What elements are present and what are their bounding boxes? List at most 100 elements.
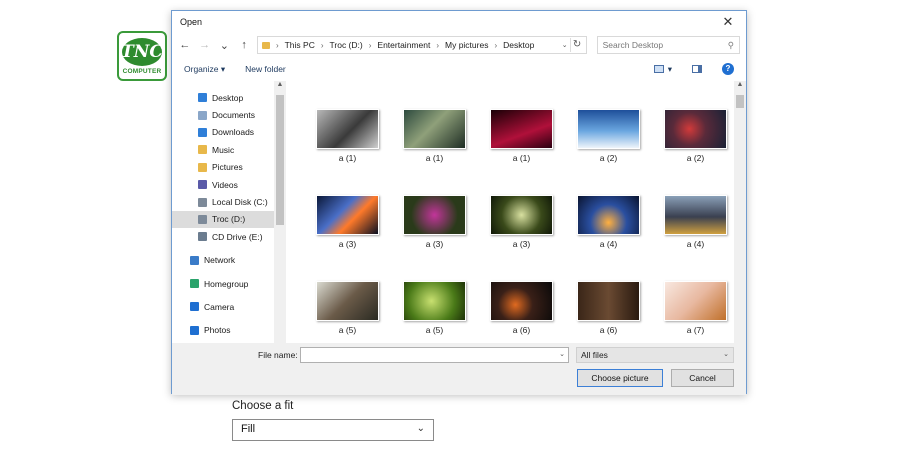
sidebar-item[interactable]: Downloads <box>172 124 286 141</box>
fit-select[interactable]: Fill ⌄ <box>232 419 434 441</box>
search-icon: ⚲ <box>727 39 735 50</box>
choose-picture-button[interactable]: Choose picture <box>577 369 663 387</box>
image-thumbnail[interactable] <box>403 195 466 235</box>
breadcrumb-separator-icon: › <box>368 40 372 50</box>
breadcrumb-troc-d[interactable]: Troc (D:) <box>330 40 363 50</box>
image-thumbnail[interactable] <box>664 195 727 235</box>
navigation-scrollbar[interactable]: ▲ ▼ <box>274 81 286 349</box>
camera-icon <box>190 302 199 312</box>
file-view: a (1) a (1) a (1) a (2) a (2) a (3) a (3) a (3)… <box>286 81 746 349</box>
image-thumbnail[interactable] <box>316 281 379 321</box>
videos-icon <box>198 180 207 190</box>
file-tile[interactable]: a (1) <box>391 109 478 195</box>
sidebar-item[interactable]: CD Drive (E:) <box>172 228 286 245</box>
file-view-scrollbar[interactable]: ▲ ▼ <box>734 81 746 349</box>
file-name-label: a (1) <box>425 153 444 163</box>
navigation-bar: ← → ⌄ ↑ › This PC › Troc (D:) › Entertai… <box>172 32 746 58</box>
refresh-icon[interactable]: ↻ <box>569 38 584 52</box>
breadcrumb-my-pictures[interactable]: My pictures <box>445 40 488 50</box>
folder-icon <box>261 41 270 49</box>
scroll-up-icon[interactable]: ▲ <box>734 81 746 88</box>
address-dropdown-icon[interactable]: ⌄ <box>562 41 568 49</box>
preview-pane-icon[interactable] <box>692 65 702 73</box>
sidebar-item-label: Videos <box>212 179 238 190</box>
cancel-button[interactable]: Cancel <box>671 369 734 387</box>
sidebar-item[interactable]: Videos <box>172 176 286 193</box>
back-arrow-icon[interactable]: ← <box>178 39 192 51</box>
image-thumbnail[interactable] <box>577 195 640 235</box>
image-thumbnail[interactable] <box>403 281 466 321</box>
sidebar-item-label: CD Drive (E:) <box>212 231 263 242</box>
file-name-input[interactable]: ⌄ <box>300 347 569 363</box>
file-view-scrollbar-thumb[interactable] <box>736 95 744 108</box>
address-bar[interactable]: › This PC › Troc (D:) › Entertainment › … <box>256 36 587 54</box>
file-tile[interactable]: a (3) <box>478 195 565 281</box>
sidebar-item-label: Network <box>204 255 236 266</box>
search-input[interactable]: Search Desktop ⚲ <box>596 36 741 54</box>
image-thumbnail[interactable] <box>490 109 553 149</box>
sidebar-item-label: Desktop <box>212 92 244 103</box>
drive-icon <box>198 197 207 207</box>
image-thumbnail[interactable] <box>490 281 553 321</box>
breadcrumb-separator-icon: › <box>436 40 439 50</box>
documents-icon <box>198 110 207 120</box>
breadcrumb-entertainment[interactable]: Entertainment <box>377 40 430 50</box>
sidebar-item[interactable]: Camera <box>172 298 286 315</box>
file-tile[interactable]: a (2) <box>565 109 652 195</box>
logo-mark: TNC <box>121 37 163 66</box>
open-file-dialog: Open ✕ ← → ⌄ ↑ › This PC › Troc (D:) › E… <box>171 10 747 395</box>
sidebar-item-label: Documents <box>212 110 255 121</box>
forward-arrow-icon[interactable]: → <box>198 39 212 51</box>
sidebar-item-label: Pictures <box>212 162 243 173</box>
image-thumbnail[interactable] <box>664 109 727 149</box>
file-tile[interactable]: a (4) <box>652 195 739 281</box>
breadcrumb-desktop[interactable]: Desktop <box>503 40 534 50</box>
dialog-footer: File name: ⌄ All files ⌄ Choose picture … <box>172 343 746 395</box>
chevron-down-icon: ⌄ <box>416 423 425 434</box>
sidebar-item[interactable]: Desktop <box>172 89 286 106</box>
file-tile[interactable]: a (1) <box>478 109 565 195</box>
sidebar-item[interactable]: Photos <box>172 322 286 339</box>
sidebar-item-label: Photos <box>204 325 231 336</box>
new-folder-button[interactable]: New folder <box>245 64 286 74</box>
sidebar-item[interactable]: Music <box>172 141 286 158</box>
up-arrow-icon[interactable]: ↑ <box>237 39 251 51</box>
scroll-up-icon[interactable]: ▲ <box>274 81 286 88</box>
image-thumbnail[interactable] <box>577 281 640 321</box>
file-name-label: a (1) <box>338 153 357 163</box>
image-thumbnail[interactable] <box>316 109 379 149</box>
sidebar-item[interactable]: Troc (D:) <box>172 210 286 229</box>
file-tile[interactable]: a (3) <box>391 195 478 281</box>
close-button[interactable]: ✕ <box>718 14 738 30</box>
organize-menu-button[interactable]: Organize ▾ <box>184 64 225 75</box>
image-thumbnail[interactable] <box>316 195 379 235</box>
breadcrumb-this-pc[interactable]: This PC <box>285 40 315 50</box>
file-name-label: a (3) <box>338 239 357 249</box>
file-tile[interactable]: a (4) <box>565 195 652 281</box>
file-name-label: a (6) <box>599 325 618 335</box>
sidebar-item[interactable]: Network <box>172 252 286 269</box>
file-name-dropdown-icon[interactable]: ⌄ <box>559 350 565 358</box>
file-tile[interactable]: a (3) <box>304 195 391 281</box>
sidebar-item[interactable]: Homegroup <box>172 275 286 292</box>
file-name-label: a (4) <box>599 239 618 249</box>
image-thumbnail[interactable] <box>577 109 640 149</box>
sidebar-item-label: Troc (D:) <box>212 214 246 225</box>
cd-drive-icon <box>198 232 207 242</box>
file-tile[interactable]: a (2) <box>652 109 739 195</box>
sidebar-item[interactable]: Documents <box>172 106 286 123</box>
image-thumbnail[interactable] <box>490 195 553 235</box>
image-thumbnail[interactable] <box>403 109 466 149</box>
file-tile[interactable]: a (1) <box>304 109 391 195</box>
change-view-icon[interactable] <box>653 65 664 73</box>
sidebar-item[interactable]: Local Disk (C:) <box>172 193 286 210</box>
file-name-label: a (6) <box>512 325 531 335</box>
navigation-scrollbar-thumb[interactable] <box>276 95 284 225</box>
recent-locations-chevron-icon[interactable]: ⌄ <box>217 39 231 52</box>
sidebar-item-label: Local Disk (C:) <box>212 197 268 208</box>
file-type-select[interactable]: All files ⌄ <box>576 347 734 363</box>
help-icon[interactable]: ? <box>722 63 734 75</box>
view-dropdown-icon[interactable]: ▾ <box>668 64 672 75</box>
image-thumbnail[interactable] <box>664 281 727 321</box>
sidebar-item[interactable]: Pictures <box>172 159 286 176</box>
